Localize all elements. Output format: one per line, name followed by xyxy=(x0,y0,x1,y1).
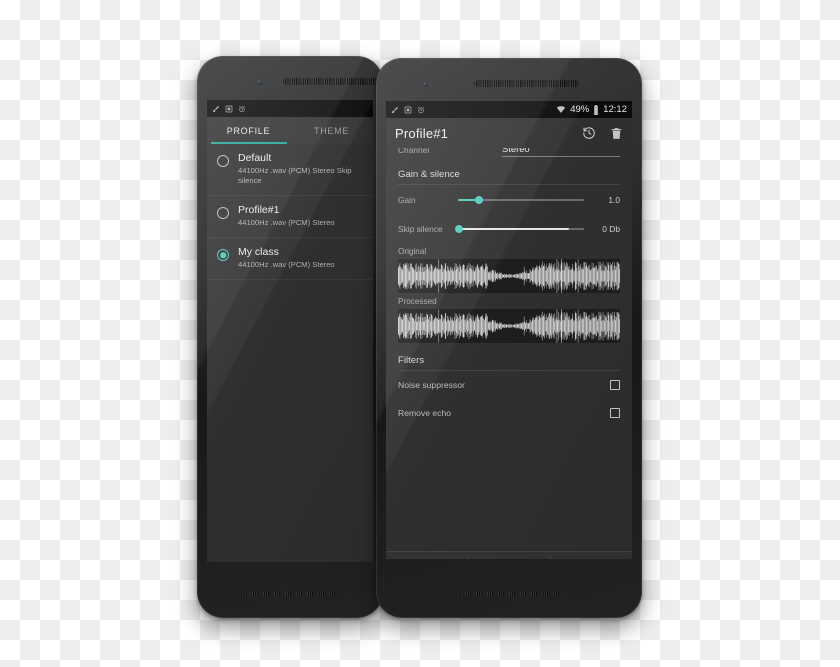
sd-card-icon xyxy=(404,106,412,114)
battery-percent-label: 49% xyxy=(570,104,590,115)
status-clock-right: 12:12 xyxy=(603,104,627,115)
page-title: Profile#1 xyxy=(395,125,449,141)
noise-suppressor-checkbox[interactable] xyxy=(610,380,620,390)
phone-device-left: PROFILE THEME Default 44100Hz .wav (PCM)… xyxy=(197,56,383,618)
battery-icon xyxy=(593,104,599,115)
sd-card-icon xyxy=(225,105,233,113)
bottom-speaker-grille xyxy=(457,591,561,596)
list-item[interactable]: Default 44100Hz .wav (PCM) Stereo Skip s… xyxy=(207,144,373,196)
filter-row-noise-suppressor[interactable]: Noise suppressor xyxy=(386,371,632,399)
slider-fill xyxy=(458,228,569,230)
app-bar: Profile#1 xyxy=(386,118,632,148)
channel-label: Channel xyxy=(398,148,430,155)
gain-slider-row[interactable]: Gain 1.0 xyxy=(386,185,632,214)
history-icon[interactable] xyxy=(582,126,596,140)
radio-button-selected[interactable] xyxy=(217,249,229,261)
noise-suppressor-label: Noise suppressor xyxy=(398,380,465,390)
slider-thumb[interactable] xyxy=(455,225,464,233)
skip-silence-value: 0 Db xyxy=(602,224,620,234)
save-button[interactable]: SAVE xyxy=(551,552,632,559)
stop-button[interactable]: STOP xyxy=(468,552,549,559)
status-notification-icons xyxy=(391,106,425,114)
phone-screen-right: 49% 12:12 Profile#1 Channel Stereo Gain … xyxy=(386,101,632,559)
tab-theme[interactable]: THEME xyxy=(290,117,373,144)
tab-active-indicator xyxy=(211,142,287,144)
alarm-icon xyxy=(417,106,425,114)
tab-profile[interactable]: PROFILE xyxy=(207,117,290,144)
front-camera-icon xyxy=(423,82,428,87)
profile-details: 44100Hz .wav (PCM) Stereo xyxy=(238,260,335,269)
status-notification-icons xyxy=(212,105,246,113)
tab-bar: PROFILE THEME xyxy=(207,117,373,144)
power-button[interactable] xyxy=(641,168,642,208)
radio-button[interactable] xyxy=(217,207,229,219)
front-camera-icon xyxy=(257,80,262,85)
bottom-speaker-grille xyxy=(244,591,340,596)
channel-value[interactable]: Stereo xyxy=(502,148,620,157)
status-bar-left xyxy=(207,100,373,117)
original-waveform xyxy=(398,259,620,293)
profile-list: Default 44100Hz .wav (PCM) Stereo Skip s… xyxy=(207,144,373,562)
gain-label: Gain xyxy=(398,195,416,205)
profile-name: Profile#1 xyxy=(238,204,280,216)
profile-name: Default xyxy=(238,152,272,164)
original-waveform-label: Original xyxy=(398,247,427,256)
slider-thumb[interactable] xyxy=(475,196,484,204)
apply-button[interactable]: APPLY xyxy=(386,552,467,559)
status-right-cluster: 49% 12:12 xyxy=(556,104,627,115)
filters-section-heading: Filters xyxy=(398,355,425,366)
profile-name: My class xyxy=(238,246,279,258)
screenshot-canvas: PROFILE THEME Default 44100Hz .wav (PCM)… xyxy=(0,0,840,667)
phone-device-right: 49% 12:12 Profile#1 Channel Stereo Gain … xyxy=(376,58,642,618)
list-item[interactable]: My class 44100Hz .wav (PCM) Stereo xyxy=(207,238,373,280)
phone-screen-left: PROFILE THEME Default 44100Hz .wav (PCM)… xyxy=(207,100,373,562)
skip-silence-slider-row[interactable]: Skip silence 0 Db xyxy=(386,214,632,243)
brush-icon xyxy=(391,106,399,114)
earpiece-speaker xyxy=(474,80,579,87)
status-bar-right: 49% 12:12 xyxy=(386,101,632,118)
list-item[interactable]: Profile#1 44100Hz .wav (PCM) Stereo xyxy=(207,196,373,238)
alarm-icon xyxy=(238,105,246,113)
gain-section-heading: Gain & silence xyxy=(398,169,460,180)
wifi-icon xyxy=(556,105,566,114)
profile-details: 44100Hz .wav (PCM) Stereo Skip silence xyxy=(238,166,352,185)
gain-slider[interactable] xyxy=(458,194,584,206)
detail-content: Channel Stereo Gain & silence Gain 1.0 S… xyxy=(386,148,632,551)
remove-echo-checkbox[interactable] xyxy=(610,408,620,418)
action-bar: APPLY STOP SAVE xyxy=(386,551,632,559)
delete-icon[interactable] xyxy=(610,127,623,140)
remove-echo-label: Remove echo xyxy=(398,408,452,418)
brush-icon xyxy=(212,105,220,113)
radio-button[interactable] xyxy=(217,155,229,167)
filter-row-remove-echo[interactable]: Remove echo xyxy=(386,399,632,427)
profile-details: 44100Hz .wav (PCM) Stereo xyxy=(238,218,335,227)
gain-value: 1.0 xyxy=(608,195,620,205)
volume-button[interactable] xyxy=(641,220,642,286)
app-bar-actions xyxy=(582,126,623,140)
channel-field-row[interactable]: Channel Stereo xyxy=(386,148,632,160)
skip-silence-slider[interactable] xyxy=(455,223,584,235)
skip-silence-label: Skip silence xyxy=(398,224,443,234)
processed-waveform-label: Processed xyxy=(398,297,437,306)
processed-waveform xyxy=(398,309,620,343)
earpiece-speaker xyxy=(283,78,379,85)
